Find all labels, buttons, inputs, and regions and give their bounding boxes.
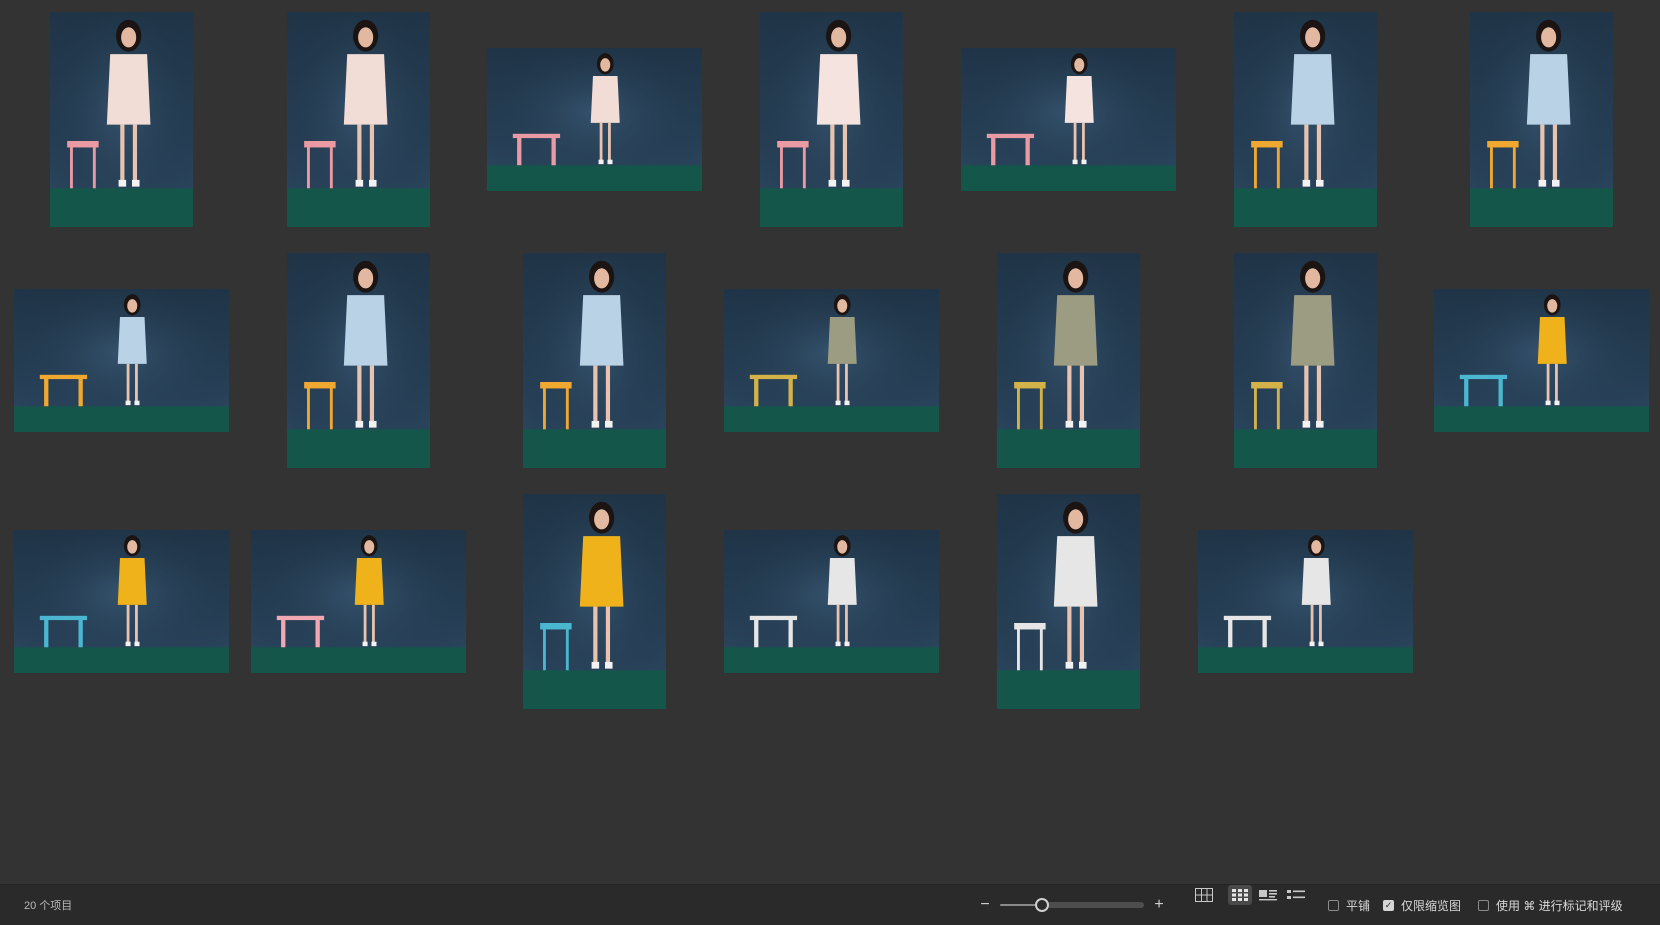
photo-thumbnail[interactable] — [286, 252, 430, 468]
photo-thumbnail[interactable] — [1469, 11, 1613, 227]
use-cmd-checkbox[interactable] — [1478, 899, 1489, 911]
photo-thumbnail[interactable] — [49, 11, 193, 227]
thumbnails-only-checkbox[interactable] — [1383, 899, 1394, 911]
photo-thumbnail[interactable] — [486, 47, 702, 191]
status-bar: 20 个项目 − + 平铺 ✓ 仅限缩览图 使用 ⌘ 进行标记和评级 — [0, 884, 1660, 925]
photo-thumbnail[interactable] — [522, 493, 666, 709]
slider-knob[interactable] — [1035, 898, 1049, 912]
zoom-in-button[interactable]: + — [1150, 885, 1168, 925]
grid-large-icon[interactable] — [1192, 885, 1216, 905]
tile-option[interactable]: 平铺 — [1328, 885, 1370, 925]
tile-checkbox[interactable] — [1328, 899, 1339, 911]
use-cmd-option[interactable]: 使用 ⌘ 进行标记和评级 — [1478, 885, 1623, 925]
photo-thumbnail[interactable] — [759, 11, 903, 227]
photo-thumbnail[interactable] — [723, 529, 939, 673]
photo-thumbnail[interactable] — [1197, 529, 1413, 673]
filmstrip-icon[interactable] — [1256, 885, 1280, 905]
grid-small-icon[interactable] — [1228, 885, 1252, 905]
thumbnails-only-option[interactable]: 仅限缩览图 — [1383, 885, 1461, 925]
photo-thumbnail[interactable] — [1433, 288, 1649, 432]
photo-thumbnail[interactable] — [522, 252, 666, 468]
photo-thumbnail[interactable] — [1233, 252, 1377, 468]
thumbnail-size-slider[interactable] — [1000, 885, 1144, 925]
zoom-out-button[interactable]: − — [976, 885, 994, 925]
photo-thumbnail[interactable] — [723, 288, 939, 432]
photo-thumbnail[interactable] — [996, 493, 1140, 709]
tile-label: 平铺 — [1346, 898, 1371, 913]
photo-thumbnail[interactable] — [960, 47, 1176, 191]
photo-thumbnail[interactable] — [250, 529, 466, 673]
thumbnails-only-label: 仅限缩览图 — [1401, 898, 1462, 913]
photo-thumbnail[interactable] — [13, 288, 229, 432]
list-icon[interactable] — [1284, 885, 1308, 905]
photo-thumbnail[interactable] — [286, 11, 430, 227]
photo-thumbnail[interactable] — [13, 529, 229, 673]
use-cmd-label: 使用 ⌘ 进行标记和评级 — [1496, 898, 1623, 913]
photo-thumbnail[interactable] — [1233, 11, 1377, 227]
bridge-content-panel: 20 个项目 − + 平铺 ✓ 仅限缩览图 使用 ⌘ 进行标记和评级 — [0, 0, 1660, 925]
photo-thumbnail[interactable] — [996, 252, 1140, 468]
item-count-label: 20 个项目 — [24, 900, 73, 912]
thumbnail-grid — [0, 0, 1660, 884]
